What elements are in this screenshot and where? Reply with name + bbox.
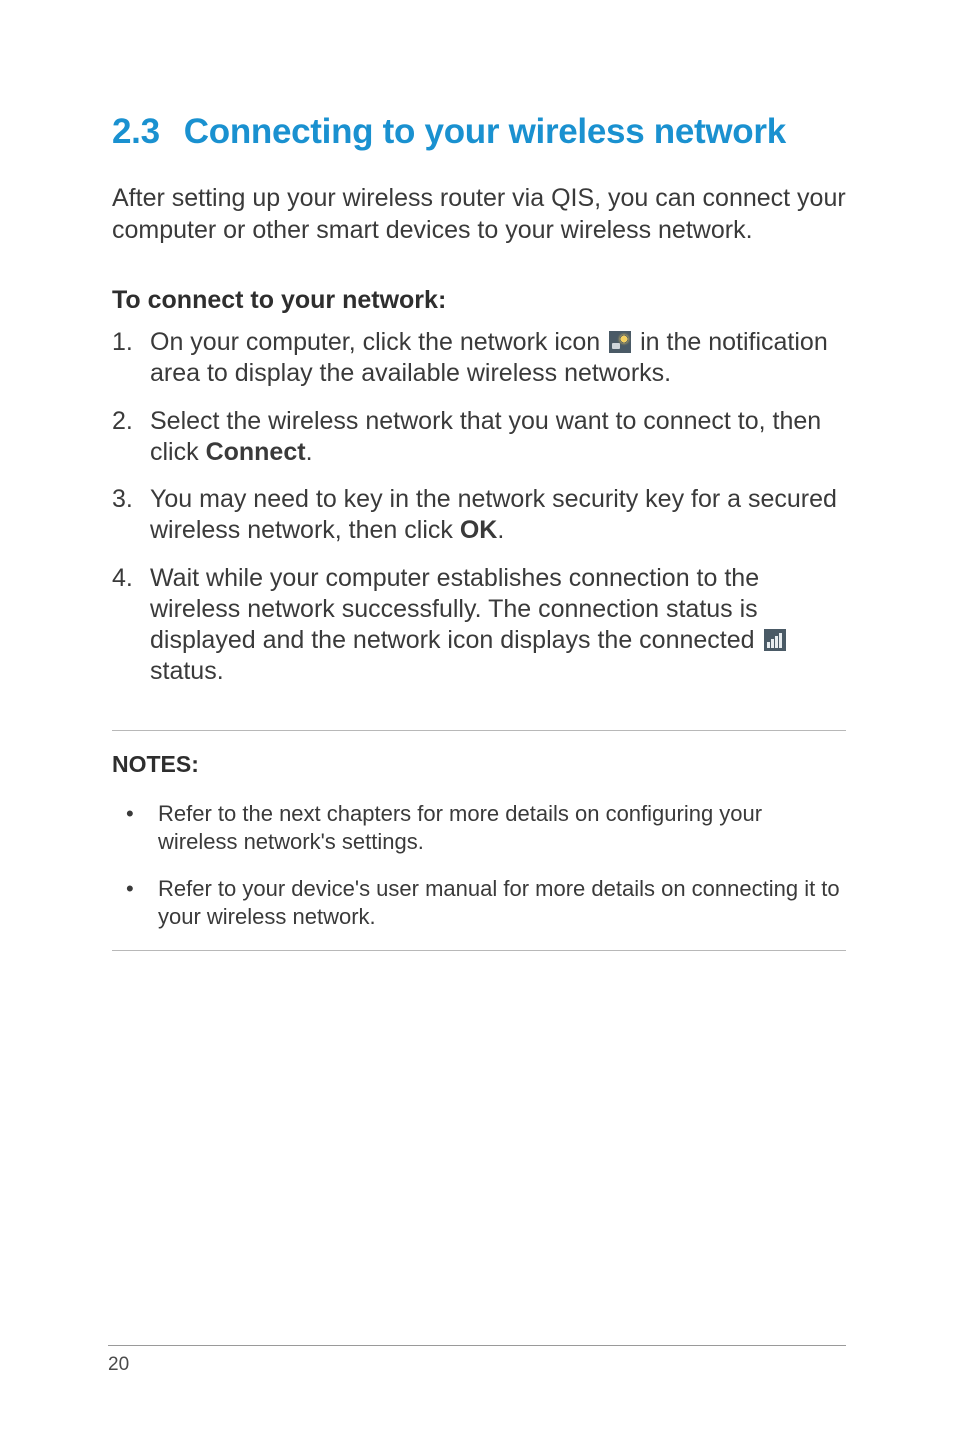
intro-paragraph: After setting up your wireless router vi… — [112, 182, 846, 246]
notes-title: NOTES: — [112, 751, 846, 778]
step-2: Select the wireless network that you wan… — [112, 406, 846, 469]
page-content: 2.3 Connecting to your wireless network A… — [0, 0, 954, 951]
step-text: status. — [150, 657, 224, 685]
ok-label: OK — [460, 516, 498, 544]
steps-list: On your computer, click the network icon… — [112, 327, 846, 688]
notes-list: Refer to the next chapters for more deta… — [112, 800, 846, 932]
sub-heading: To connect to your network: — [112, 286, 846, 315]
step-4: Wait while your computer establishes con… — [112, 563, 846, 688]
network-icon — [609, 331, 631, 353]
step-text: On your computer, click the network icon — [150, 328, 607, 356]
notes-block: NOTES: Refer to the next chapters for mo… — [112, 730, 846, 951]
step-1: On your computer, click the network icon… — [112, 327, 846, 390]
connect-label: Connect — [206, 438, 306, 466]
step-text: Wait while your computer establishes con… — [150, 564, 762, 655]
step-text: . — [497, 516, 504, 544]
section-heading: 2.3 Connecting to your wireless network — [112, 112, 846, 152]
step-text: . — [306, 438, 313, 466]
note-item: Refer to your device's user manual for m… — [112, 875, 846, 932]
connected-icon — [764, 629, 786, 651]
page-number: 20 — [108, 1354, 129, 1375]
page-footer: 20 — [108, 1345, 846, 1376]
step-3: You may need to key in the network secur… — [112, 484, 846, 547]
note-item: Refer to the next chapters for more deta… — [112, 800, 846, 857]
section-title: Connecting to your wireless network — [184, 112, 786, 151]
section-number: 2.3 — [112, 112, 160, 151]
